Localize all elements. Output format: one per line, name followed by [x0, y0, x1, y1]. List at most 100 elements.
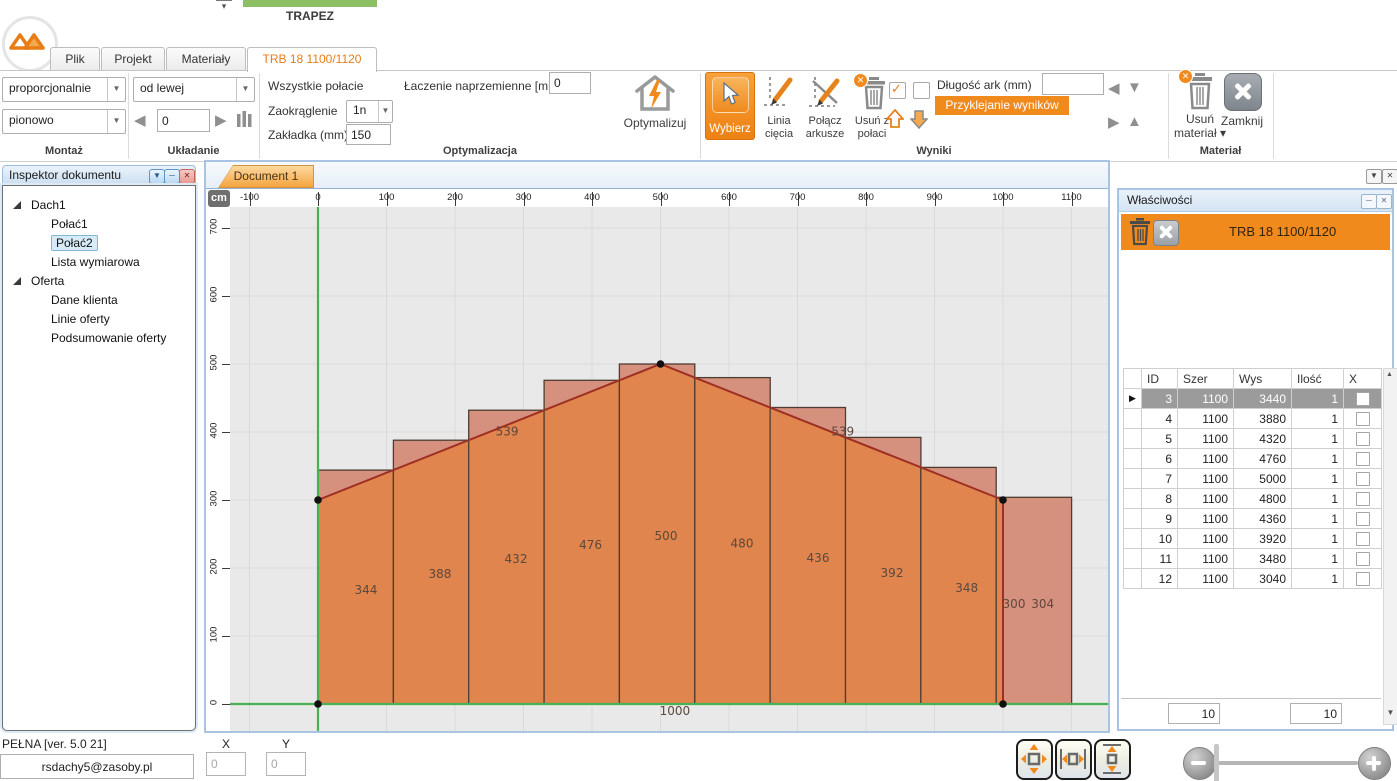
- table-cell-checkbox[interactable]: [1344, 509, 1382, 529]
- chevron-down-icon[interactable]: ▼: [378, 101, 392, 122]
- merge-sheets-button[interactable]: Połącz arkusze: [801, 73, 849, 141]
- panel-minimize-button[interactable]: ─: [1361, 194, 1377, 209]
- move-up-button[interactable]: ▲: [1127, 113, 1142, 130]
- expander-icon[interactable]: [13, 277, 21, 285]
- document-tab[interactable]: Document 1: [218, 165, 314, 188]
- tab-materialy[interactable]: Materiały: [166, 47, 246, 70]
- chevron-down-icon[interactable]: ▼: [107, 78, 125, 101]
- table-cell-checkbox[interactable]: [1344, 449, 1382, 469]
- zoom-out-button[interactable]: [1183, 747, 1216, 780]
- move-right-button[interactable]: ▶: [1108, 113, 1120, 131]
- doc-list-chevron-button[interactable]: ▼: [1366, 169, 1382, 184]
- arrow-down-button[interactable]: [910, 109, 928, 129]
- tree-child-item[interactable]: Dane klienta: [3, 291, 195, 310]
- shift-left-button[interactable]: ◀: [134, 111, 146, 129]
- table-row[interactable]: 8110048001: [1124, 489, 1382, 509]
- tree-child-item[interactable]: Połać1: [3, 215, 195, 234]
- move-left-button[interactable]: ◀: [1108, 79, 1120, 97]
- footer-input-right[interactable]: [1290, 703, 1342, 724]
- chevron-down-icon[interactable]: ▼: [236, 78, 254, 101]
- table-row[interactable]: 10110039201: [1124, 529, 1382, 549]
- move-down-button[interactable]: ▼: [1127, 79, 1142, 96]
- panel-close-button[interactable]: ✕: [1376, 194, 1392, 209]
- sheet-length-input[interactable]: [1042, 73, 1104, 95]
- zoom-slider-track[interactable]: [1216, 761, 1358, 765]
- row-checkbox[interactable]: [1356, 552, 1370, 566]
- drawing-canvas[interactable]: 3443884324765004804363923483003045395391…: [230, 207, 1108, 731]
- tab-material-active[interactable]: TRB 18 1100/1120: [247, 47, 377, 72]
- zoom-slider-handle[interactable]: [1214, 744, 1219, 781]
- zoom-in-button[interactable]: [1358, 747, 1391, 780]
- table-row[interactable]: 4110038801: [1124, 409, 1382, 429]
- panel-menu-button[interactable]: ▼: [149, 169, 165, 184]
- material-close-button[interactable]: [1153, 220, 1179, 246]
- shift-right-button[interactable]: ▶: [215, 111, 227, 129]
- snap-results-toggle[interactable]: Przyklejanie wyników: [935, 96, 1069, 115]
- ruler-unit-button[interactable]: cm: [208, 190, 230, 207]
- table-cell-checkbox[interactable]: [1344, 529, 1382, 549]
- table-row[interactable]: 7110050001: [1124, 469, 1382, 489]
- tab-projekt[interactable]: Projekt: [101, 47, 165, 70]
- row-checkbox[interactable]: [1356, 512, 1370, 526]
- table-cell-checkbox[interactable]: [1344, 489, 1382, 509]
- row-checkbox[interactable]: [1356, 432, 1370, 446]
- chevron-down-icon[interactable]: ▼: [107, 110, 125, 133]
- offset-input[interactable]: [157, 109, 210, 132]
- table-scrollbar[interactable]: ▲: [1383, 368, 1397, 725]
- table-row[interactable]: 6110047601: [1124, 449, 1382, 469]
- tree-parent-item[interactable]: Dach1: [3, 196, 195, 215]
- table-cell-checkbox[interactable]: [1344, 429, 1382, 449]
- table-cell-checkbox[interactable]: [1344, 469, 1382, 489]
- results-checkbox-unchecked[interactable]: [913, 82, 930, 99]
- inspector-title-bar[interactable]: Inspektor dokumentu ▼ ─ ✕: [2, 165, 196, 185]
- scale-mode-select[interactable]: proporcjonalnie ▼: [2, 77, 126, 102]
- row-checkbox[interactable]: [1356, 472, 1370, 486]
- row-checkbox[interactable]: [1356, 492, 1370, 506]
- y-coord-input[interactable]: [266, 752, 306, 776]
- panel-minimize-button[interactable]: ─: [164, 169, 180, 184]
- table-cell-checkbox[interactable]: [1344, 569, 1382, 589]
- row-checkbox[interactable]: [1356, 452, 1370, 466]
- orientation-select[interactable]: pionowo ▼: [2, 109, 126, 134]
- table-row[interactable]: 9110043601: [1124, 509, 1382, 529]
- panel-close-button[interactable]: ✕: [179, 169, 195, 184]
- doc-close-button[interactable]: ✕: [1382, 169, 1397, 184]
- table-cell-checkbox[interactable]: [1344, 389, 1382, 409]
- table-cell-checkbox[interactable]: [1344, 409, 1382, 429]
- table-row[interactable]: 5110043201: [1124, 429, 1382, 449]
- arrow-up-button[interactable]: [886, 109, 904, 129]
- alt-join-input[interactable]: [549, 72, 591, 94]
- distribute-bars-icon[interactable]: [236, 111, 253, 128]
- fit-all-button[interactable]: [1016, 739, 1053, 780]
- row-checkbox[interactable]: [1356, 572, 1370, 586]
- table-row[interactable]: 12110030401: [1124, 569, 1382, 589]
- quick-access-chevron-icon[interactable]: ▾: [216, 0, 232, 13]
- results-checkbox-checked[interactable]: ✓: [889, 82, 906, 99]
- scroll-down-icon[interactable]: ▼: [1385, 708, 1396, 717]
- table-row[interactable]: ▶3110034401: [1124, 389, 1382, 409]
- tab-plik[interactable]: Plik: [50, 47, 100, 70]
- tree-child-item[interactable]: Lista wymiarowa: [3, 253, 195, 272]
- overlap-input[interactable]: [346, 124, 391, 145]
- tree-child-item[interactable]: Połać2: [3, 234, 195, 253]
- tree-parent-item[interactable]: Oferta: [3, 272, 195, 291]
- cut-line-button[interactable]: Linia cięcia: [757, 73, 801, 141]
- properties-title-bar[interactable]: Właściwości ─ ✕: [1119, 190, 1392, 212]
- rounding-select[interactable]: 1n ▼: [346, 100, 393, 123]
- tree-child-item[interactable]: Podsumowanie oferty: [3, 329, 195, 348]
- table-row[interactable]: 11110034801: [1124, 549, 1382, 569]
- row-checkbox[interactable]: [1356, 392, 1370, 406]
- table-cell-checkbox[interactable]: [1344, 549, 1382, 569]
- expander-icon[interactable]: [13, 201, 21, 209]
- optimize-button[interactable]: Optymalizuj: [605, 71, 705, 144]
- tree-child-item[interactable]: Linie oferty: [3, 310, 195, 329]
- fit-height-button[interactable]: [1094, 739, 1131, 780]
- trash-icon[interactable]: [1129, 218, 1151, 246]
- scroll-up-icon[interactable]: ▲: [1384, 371, 1395, 378]
- x-coord-input[interactable]: [206, 752, 246, 776]
- footer-input-left[interactable]: [1168, 703, 1220, 724]
- close-material-button[interactable]: Zamknij: [1216, 71, 1268, 141]
- fit-width-button[interactable]: [1055, 739, 1092, 780]
- select-tool-button[interactable]: Wybierz: [705, 72, 755, 140]
- start-side-select[interactable]: od lewej ▼: [133, 77, 255, 102]
